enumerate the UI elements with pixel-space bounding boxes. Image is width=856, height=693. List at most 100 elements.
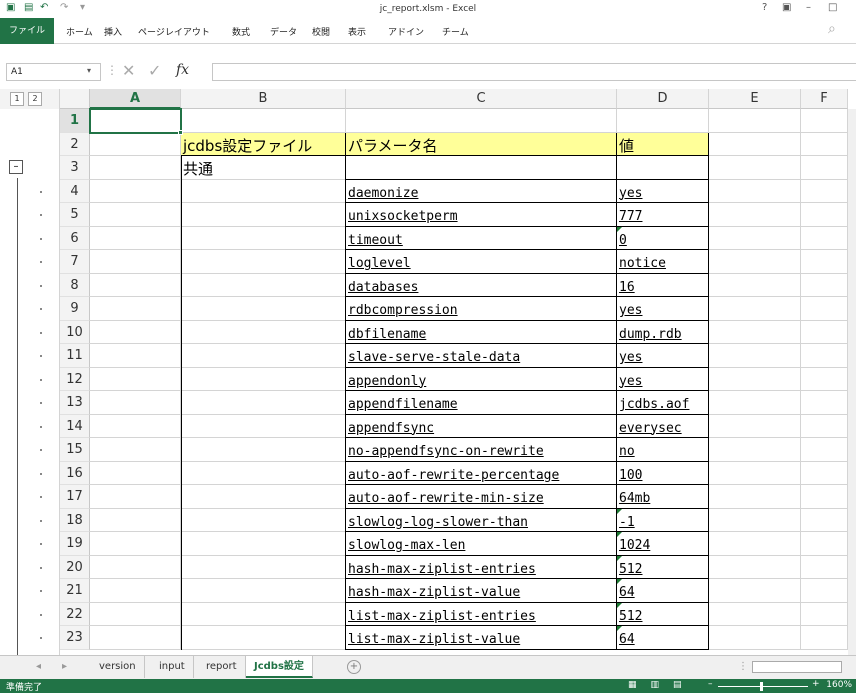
param-name-cell[interactable]: slave-serve-stale-data	[346, 344, 617, 368]
param-name-cell[interactable]: databases	[346, 273, 617, 297]
param-value-cell[interactable]: 0	[617, 226, 709, 250]
cell-b20[interactable]	[181, 555, 346, 579]
cell-a5[interactable]	[90, 203, 181, 227]
cell-f5[interactable]	[801, 203, 848, 227]
tab-review[interactable]: 校閲	[312, 25, 330, 38]
cell-b5[interactable]	[181, 203, 346, 227]
cell-c2-param-header[interactable]: パラメータ名	[346, 132, 617, 156]
cell-b9[interactable]	[181, 297, 346, 321]
insert-function-button[interactable]: fx	[176, 62, 189, 78]
cell-b2-title[interactable]: jcdbs設定ファイル	[181, 132, 346, 156]
cell-f22[interactable]	[801, 602, 848, 626]
param-value-cell[interactable]: yes	[617, 344, 709, 368]
param-value-cell[interactable]: 64mb	[617, 485, 709, 509]
row-header[interactable]: 17	[60, 485, 90, 509]
cell-a7[interactable]	[90, 250, 181, 274]
row-header[interactable]: 1	[60, 109, 90, 133]
cell-d3[interactable]	[617, 156, 709, 180]
row-header[interactable]: 11	[60, 344, 90, 368]
cell-e23[interactable]	[709, 626, 801, 650]
param-value-cell[interactable]: notice	[617, 250, 709, 274]
cell-a19[interactable]	[90, 532, 181, 556]
param-name-cell[interactable]: rdbcompression	[346, 297, 617, 321]
maximize-button[interactable]: □	[828, 2, 837, 13]
param-value-cell[interactable]: everysec	[617, 414, 709, 438]
param-name-cell[interactable]: loglevel	[346, 250, 617, 274]
zoom-in-icon[interactable]: +	[812, 679, 820, 689]
param-value-cell[interactable]: yes	[617, 367, 709, 391]
cell-f17[interactable]	[801, 485, 848, 509]
help-button[interactable]: ?	[762, 2, 767, 13]
column-header-a[interactable]: A	[90, 89, 181, 109]
column-header-b[interactable]: B	[181, 89, 346, 109]
cell-b4[interactable]	[181, 179, 346, 203]
cell-f21[interactable]	[801, 579, 848, 603]
cell-f16[interactable]	[801, 461, 848, 485]
cell-e2[interactable]	[709, 132, 801, 156]
param-name-cell[interactable]: hash-max-ziplist-value	[346, 579, 617, 603]
cell-b14[interactable]	[181, 414, 346, 438]
cell-a2[interactable]	[90, 132, 181, 156]
cell-f8[interactable]	[801, 273, 848, 297]
sheet-tab[interactable]: version	[91, 656, 145, 678]
cell-e11[interactable]	[709, 344, 801, 368]
cell-e21[interactable]	[709, 579, 801, 603]
cell-f18[interactable]	[801, 508, 848, 532]
cell-b11[interactable]	[181, 344, 346, 368]
collapse-group-button[interactable]: –	[9, 160, 23, 174]
cell-a10[interactable]	[90, 320, 181, 344]
worksheet-grid[interactable]: 1 2 – ABCDEF 1 2 3 4 5 6 7 8 9 10 11 12 13 14 15 16 17 18…	[0, 89, 856, 655]
cell-b13[interactable]	[181, 391, 346, 415]
prev-sheet-icon[interactable]: ◂	[36, 661, 41, 672]
cell-a15[interactable]	[90, 438, 181, 462]
column-header-c[interactable]: C	[346, 89, 617, 109]
cell-e13[interactable]	[709, 391, 801, 415]
cell-f1[interactable]	[801, 109, 848, 133]
cell-e3[interactable]	[709, 156, 801, 180]
cell-e15[interactable]	[709, 438, 801, 462]
cell-d2-value-header[interactable]: 値	[617, 132, 709, 156]
param-value-cell[interactable]: dump.rdb	[617, 320, 709, 344]
cell-a17[interactable]	[90, 485, 181, 509]
row-header[interactable]: 4	[60, 179, 90, 203]
cell-a13[interactable]	[90, 391, 181, 415]
row-header[interactable]: 15	[60, 438, 90, 462]
param-value-cell[interactable]: no	[617, 438, 709, 462]
cell-f19[interactable]	[801, 532, 848, 556]
tab-data[interactable]: データ	[270, 25, 297, 38]
param-value-cell[interactable]: 64	[617, 579, 709, 603]
row-header[interactable]: 21	[60, 579, 90, 603]
cell-f7[interactable]	[801, 250, 848, 274]
row-header[interactable]: 22	[60, 602, 90, 626]
cell-a6[interactable]	[90, 226, 181, 250]
sheet-tab[interactable]: report	[198, 656, 246, 678]
cell-a11[interactable]	[90, 344, 181, 368]
cell-b18[interactable]	[181, 508, 346, 532]
param-name-cell[interactable]: timeout	[346, 226, 617, 250]
row-header[interactable]: 3	[60, 156, 90, 180]
cell-a21[interactable]	[90, 579, 181, 603]
cell-a12[interactable]	[90, 367, 181, 391]
cell-b3-common[interactable]: 共通	[181, 156, 346, 180]
row-header[interactable]: 14	[60, 414, 90, 438]
cell-b21[interactable]	[181, 579, 346, 603]
tab-addins[interactable]: アドイン	[388, 25, 424, 38]
row-header[interactable]: 9	[60, 297, 90, 321]
cell-d1[interactable]	[617, 109, 709, 133]
column-header-d[interactable]: D	[617, 89, 709, 109]
tab-page-layout[interactable]: ページレイアウト	[138, 25, 210, 38]
param-name-cell[interactable]: unixsocketperm	[346, 203, 617, 227]
param-name-cell[interactable]: auto-aof-rewrite-percentage	[346, 461, 617, 485]
cell-f6[interactable]	[801, 226, 848, 250]
cell-a8[interactable]	[90, 273, 181, 297]
sheet-tab[interactable]: Jcdbs設定	[246, 656, 313, 678]
param-value-cell[interactable]: 512	[617, 555, 709, 579]
param-name-cell[interactable]: appendfsync	[346, 414, 617, 438]
cell-a14[interactable]	[90, 414, 181, 438]
param-name-cell[interactable]: slowlog-max-len	[346, 532, 617, 556]
param-name-cell[interactable]: no-appendfsync-on-rewrite	[346, 438, 617, 462]
cell-b15[interactable]	[181, 438, 346, 462]
zoom-level[interactable]: 160%	[826, 680, 852, 690]
cell-f3[interactable]	[801, 156, 848, 180]
enter-icon[interactable]: ✓	[148, 61, 161, 80]
